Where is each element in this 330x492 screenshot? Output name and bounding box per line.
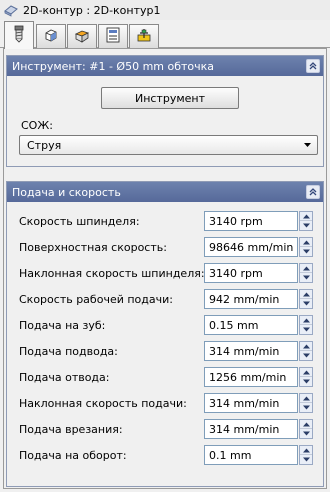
feed-speed-panel-header[interactable]: Подача и скорость — [7, 182, 323, 202]
spin-down-icon[interactable] — [300, 273, 312, 282]
spin-down-icon[interactable] — [300, 455, 312, 464]
spin-button[interactable] — [299, 341, 313, 361]
feed-row: Подача подвода: 314 mm/min — [7, 339, 323, 363]
spin-button[interactable] — [299, 419, 313, 439]
feed-value-input[interactable]: 942 mm/min — [204, 289, 298, 309]
spin-button[interactable] — [299, 367, 313, 387]
window-title: 2D-контур : 2D-контур1 — [23, 3, 161, 17]
feed-speed-panel-title: Подача и скорость — [12, 185, 121, 199]
tab-tool[interactable] — [4, 21, 34, 49]
window-titlebar: 2D-контур : 2D-контур1 — [0, 0, 330, 20]
collapse-icon[interactable] — [306, 59, 320, 73]
spin-button[interactable] — [299, 211, 313, 231]
feed-row: Подача отвода: 1256 mm/min — [7, 365, 323, 389]
feed-value-input[interactable]: 98646 mm/min — [204, 237, 298, 257]
spin-down-icon[interactable] — [300, 429, 312, 438]
collapse-icon[interactable] — [306, 185, 320, 199]
stock-box-icon — [74, 27, 90, 46]
dropdown-arrow-icon — [303, 140, 312, 153]
feed-speed-panel: Подача и скорость Скорость шпинделя: 3140… — [6, 181, 324, 487]
feed-value-input[interactable]: 3140 rpm — [204, 263, 298, 283]
feed-value-input[interactable]: 314 mm/min — [204, 419, 298, 439]
feed-row: Подача на оборот: 0.1 mm — [7, 443, 323, 467]
coolant-label: СОЖ: — [21, 119, 53, 132]
feed-row-label: Подача на зуб: — [19, 319, 106, 332]
feed-row-label: Скорость шпинделя: — [19, 215, 140, 228]
spin-up-icon[interactable] — [300, 446, 312, 455]
tab-passes[interactable] — [98, 24, 128, 48]
select-tool-button[interactable]: Инструмент — [101, 87, 239, 109]
spin-down-icon[interactable] — [300, 403, 312, 412]
feed-row: Наклонная скорость шпинделя: 3140 rpm — [7, 261, 323, 285]
spin-down-icon[interactable] — [300, 377, 312, 386]
spin-up-icon[interactable] — [300, 290, 312, 299]
feed-value-input[interactable]: 314 mm/min — [204, 393, 298, 413]
feed-value-input[interactable]: 3140 rpm — [204, 211, 298, 231]
feed-value-input[interactable]: 0.15 mm — [204, 315, 298, 335]
feed-row-label: Подача врезания: — [19, 423, 123, 436]
spin-down-icon[interactable] — [300, 325, 312, 334]
coolant-select[interactable]: Струя — [19, 135, 318, 155]
spin-up-icon[interactable] — [300, 394, 312, 403]
spin-button[interactable] — [299, 289, 313, 309]
feed-value-input[interactable]: 314 mm/min — [204, 341, 298, 361]
list-icon — [106, 27, 120, 46]
spin-down-icon[interactable] — [300, 247, 312, 256]
spin-up-icon[interactable] — [300, 238, 312, 247]
feed-row: Скорость рабочей подачи: 942 mm/min — [7, 287, 323, 311]
feed-row: Подача врезания: 314 mm/min — [7, 417, 323, 441]
feed-row-label: Подача подвода: — [19, 345, 118, 358]
tool-panel: Инструмент: #1 - Ø50 mm обточка Инструме… — [6, 55, 324, 167]
spin-up-icon[interactable] — [300, 264, 312, 273]
tool-panel-header[interactable]: Инструмент: #1 - Ø50 mm обточка — [7, 56, 323, 76]
feed-row-label: Наклонная скорость подачи: — [19, 397, 187, 410]
tool-settings-frame: Инструмент: #1 - Ø50 mm обточка Инструме… — [3, 48, 327, 489]
spin-up-icon[interactable] — [300, 420, 312, 429]
tool-icon — [12, 25, 26, 46]
tab-geometry[interactable] — [36, 24, 66, 48]
tab-strip — [0, 20, 330, 49]
tab-linking[interactable] — [129, 24, 159, 48]
spin-up-icon[interactable] — [300, 316, 312, 325]
tool-panel-title: Инструмент: #1 - Ø50 mm обточка — [12, 59, 215, 73]
feed-row-label: Скорость рабочей подачи: — [19, 293, 173, 306]
feed-value-input[interactable]: 1256 mm/min — [204, 367, 298, 387]
spin-button[interactable] — [299, 237, 313, 257]
spin-down-icon[interactable] — [300, 221, 312, 230]
feed-row-label: Подача отвода: — [19, 371, 110, 384]
spin-down-icon[interactable] — [300, 351, 312, 360]
spin-up-icon[interactable] — [300, 212, 312, 221]
feed-row-label: Поверхностная скорость: — [19, 241, 167, 254]
coolant-value: Струя — [27, 138, 62, 152]
spin-button[interactable] — [299, 445, 313, 465]
origin-icon — [136, 27, 152, 46]
spin-down-icon[interactable] — [300, 299, 312, 308]
tab-heights[interactable] — [67, 24, 97, 48]
feed-row-label: Подача на оборот: — [19, 449, 127, 462]
spin-button[interactable] — [299, 263, 313, 283]
feed-row: Поверхностная скорость: 98646 mm/min — [7, 235, 323, 259]
cube-icon — [43, 27, 59, 46]
feed-row: Подача на зуб: 0.15 mm — [7, 313, 323, 337]
spin-up-icon[interactable] — [300, 368, 312, 377]
spin-button[interactable] — [299, 315, 313, 335]
contour-icon — [4, 3, 18, 17]
spin-button[interactable] — [299, 393, 313, 413]
feed-row-label: Наклонная скорость шпинделя: — [19, 267, 205, 280]
spin-up-icon[interactable] — [300, 342, 312, 351]
feed-row: Скорость шпинделя: 3140 rpm — [7, 209, 323, 233]
feed-value-input[interactable]: 0.1 mm — [204, 445, 298, 465]
feed-row: Наклонная скорость подачи: 314 mm/min — [7, 391, 323, 415]
